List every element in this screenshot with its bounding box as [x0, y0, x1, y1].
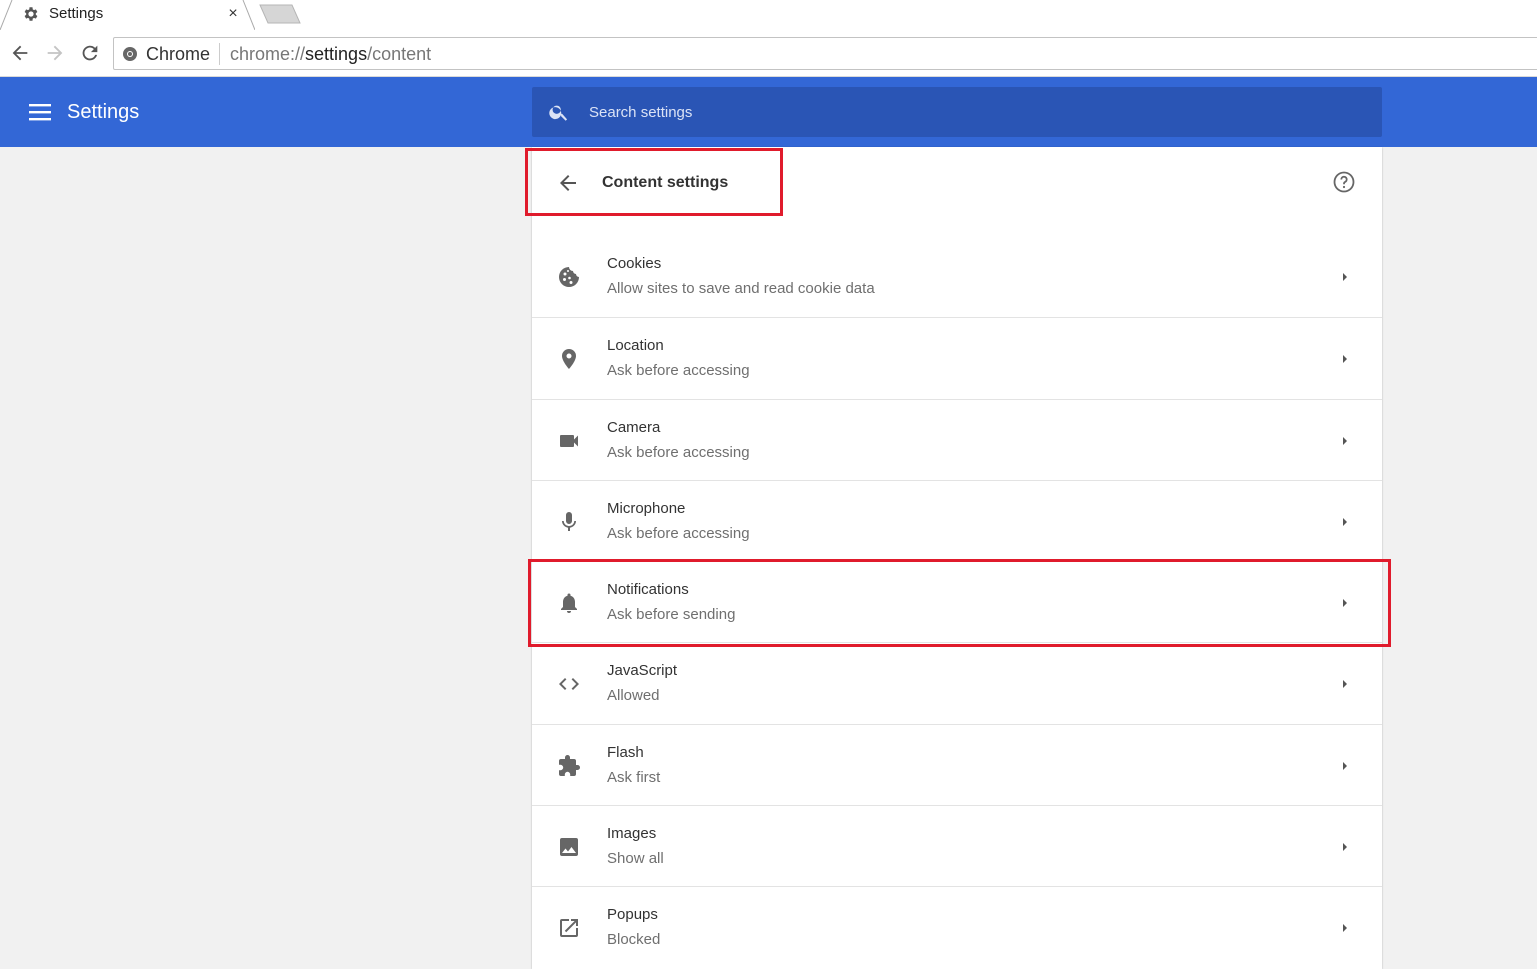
omnibox-separator [219, 43, 220, 65]
chevron-right-icon [1340, 759, 1350, 773]
card-header: Content settings [532, 147, 1382, 219]
list-item-javascript[interactable]: JavaScript Allowed [532, 642, 1382, 723]
list-item-notifications[interactable]: Notifications Ask before sending [532, 561, 1382, 642]
microphone-icon [557, 510, 581, 534]
back-arrow-icon[interactable] [9, 42, 31, 64]
search-box[interactable] [532, 87, 1382, 137]
list-item-popups[interactable]: Popups Blocked [532, 886, 1382, 967]
item-subtitle: Blocked [607, 931, 661, 949]
settings-header: Settings [0, 77, 1537, 147]
list-item-flash[interactable]: Flash Ask first [532, 723, 1382, 805]
forward-arrow-icon[interactable] [44, 42, 66, 64]
open-external-icon [557, 916, 581, 940]
list-item-microphone[interactable]: Microphone Ask before accessing [532, 479, 1382, 561]
list-item-images[interactable]: Images Show all [532, 805, 1382, 886]
item-title: Flash [607, 743, 644, 761]
tab-close-button[interactable]: × [225, 5, 241, 23]
item-subtitle: Ask before accessing [607, 524, 750, 542]
chevron-right-icon [1340, 677, 1350, 691]
search-input[interactable] [589, 100, 1349, 124]
help-icon[interactable] [1332, 170, 1356, 194]
chevron-right-icon [1340, 270, 1350, 284]
item-subtitle: Ask before accessing [607, 362, 750, 380]
list-item-camera[interactable]: Camera Ask before accessing [532, 398, 1382, 480]
url-host: settings [305, 44, 368, 64]
tab-settings[interactable]: Settings × [0, 0, 255, 30]
browser-toolbar: Chrome chrome://settings/content [0, 30, 1537, 77]
content-settings-list: Cookies Allow sites to save and read coo… [532, 236, 1382, 968]
section-title: Content settings [602, 174, 729, 191]
puzzle-icon [557, 754, 581, 778]
omnibox-url[interactable]: chrome://settings/content [230, 44, 431, 64]
address-bar[interactable]: Chrome chrome://settings/content [113, 37, 1537, 70]
search-icon [548, 101, 570, 123]
item-subtitle: Ask before sending [607, 606, 736, 624]
image-icon [557, 835, 581, 859]
item-subtitle: Ask first [607, 768, 661, 786]
item-subtitle: Show all [607, 850, 664, 868]
new-tab-button[interactable] [258, 3, 302, 25]
item-title: Camera [607, 418, 661, 436]
item-subtitle: Allow sites to save and read cookie data [607, 280, 875, 297]
camera-icon [557, 429, 581, 453]
item-subtitle: Ask before accessing [607, 443, 750, 461]
item-title: Popups [607, 906, 658, 924]
chevron-right-icon [1340, 840, 1350, 854]
item-title: JavaScript [607, 662, 678, 680]
bell-icon [557, 591, 581, 615]
omnibox-chip: Chrome [146, 44, 211, 64]
hamburger-menu-icon[interactable] [29, 101, 51, 123]
item-subtitle: Allowed [607, 687, 660, 705]
item-title: Microphone [607, 499, 686, 517]
item-title: Location [607, 337, 664, 355]
chevron-right-icon [1340, 434, 1350, 448]
chevron-right-icon [1340, 921, 1350, 935]
reload-icon[interactable] [79, 42, 101, 64]
tab-strip: Settings × [0, 0, 1537, 30]
page-title: Settings [67, 101, 140, 123]
chevron-right-icon [1340, 352, 1350, 366]
chrome-icon [122, 46, 138, 62]
content-settings-card: Content settings Cookies Allow sites to … [532, 147, 1382, 969]
code-icon [557, 672, 581, 696]
tab-edge-left [0, 0, 13, 30]
url-prefix: chrome:// [230, 44, 306, 64]
list-item-cookies[interactable]: Cookies Allow sites to save and read coo… [532, 236, 1382, 317]
item-title: Images [607, 825, 657, 843]
location-pin-icon [557, 347, 581, 371]
back-arrow-icon[interactable] [556, 171, 580, 195]
list-item-location[interactable]: Location Ask before accessing [532, 317, 1382, 398]
tab-edge-right [242, 0, 255, 30]
item-title: Cookies [607, 255, 662, 272]
url-path: /content [367, 44, 432, 64]
item-title: Notifications [607, 581, 689, 599]
chevron-right-icon [1340, 515, 1350, 529]
cookie-icon [557, 265, 581, 289]
chevron-right-icon [1340, 596, 1350, 610]
gear-icon [22, 5, 40, 23]
tab-title: Settings [49, 5, 104, 22]
